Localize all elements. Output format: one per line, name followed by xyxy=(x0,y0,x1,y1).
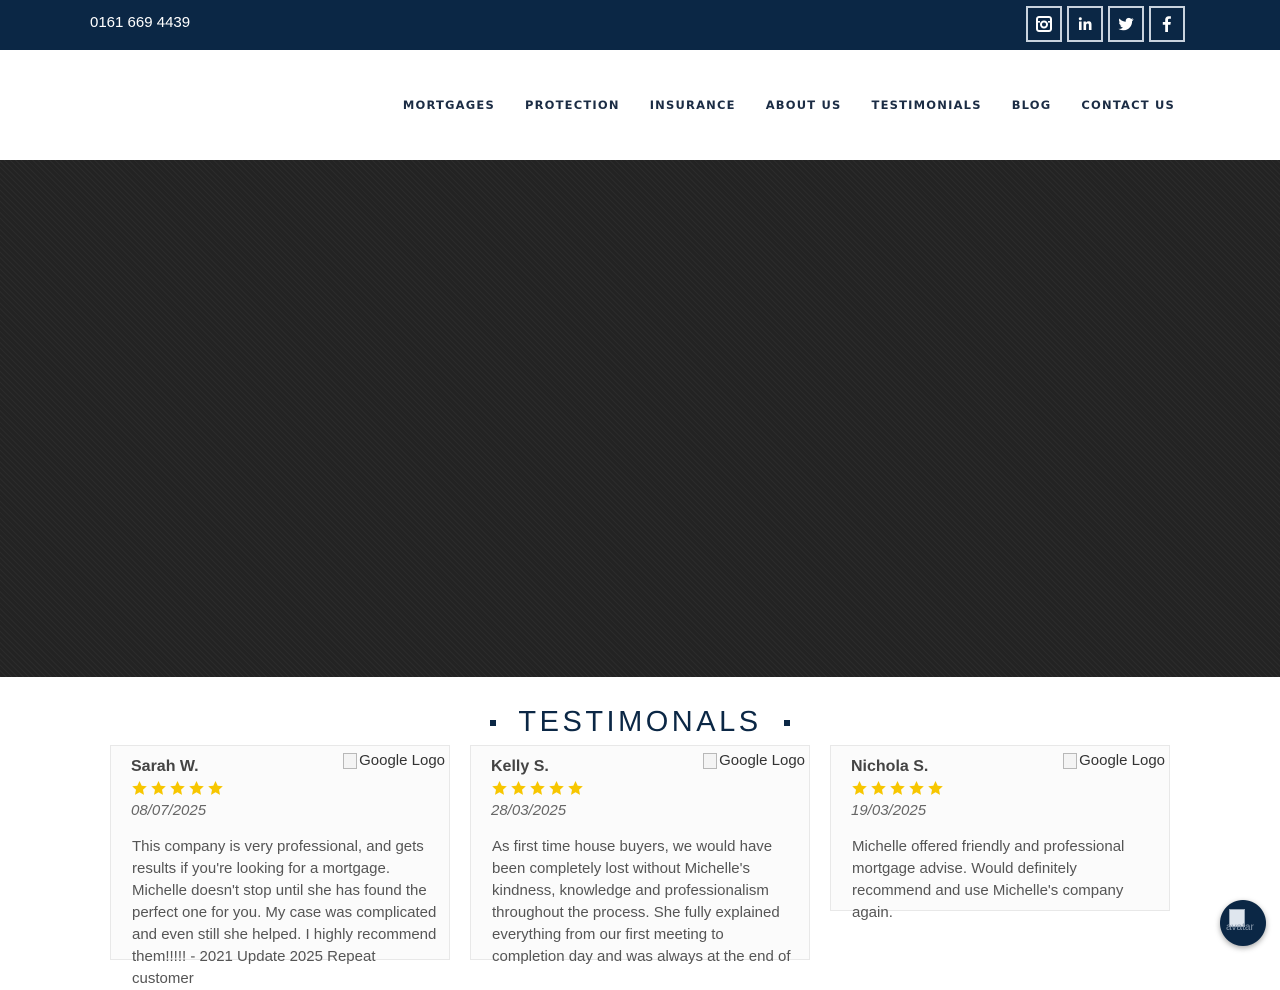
instagram-link[interactable] xyxy=(1026,6,1062,42)
review-date: 28/03/2025 xyxy=(491,802,567,819)
chat-button[interactable]: avatar xyxy=(1220,900,1266,946)
phone-number[interactable]: 0161 669 4439 xyxy=(90,14,190,31)
star-icon xyxy=(189,781,204,795)
facebook-link[interactable] xyxy=(1149,6,1185,42)
nav-item-insurance[interactable]: INSURANCE xyxy=(650,98,736,112)
broken-image-icon xyxy=(703,752,718,769)
star-icon xyxy=(928,781,943,795)
heading-square-left xyxy=(490,719,497,726)
star-icon xyxy=(909,781,924,795)
nav-item-blog[interactable]: BLOG xyxy=(1012,98,1052,112)
testimonial-card: Google Logo Sarah W. 08/07/2025 This com… xyxy=(110,745,450,987)
google-logo-alt: Google Logo xyxy=(1079,752,1165,769)
review-text: This company is very professional, and g… xyxy=(132,838,437,987)
google-logo: Google Logo xyxy=(1063,752,1165,769)
google-logo-alt: Google Logo xyxy=(719,752,805,769)
testimonial-card: Google Logo Kelly S. 28/03/2025 As first… xyxy=(470,745,810,965)
top-bar: 0161 669 4439 xyxy=(0,0,1280,50)
nav-item-contact-us[interactable]: CONTACT US xyxy=(1081,98,1175,112)
review-date: 19/03/2025 xyxy=(851,802,927,819)
google-logo-alt: Google Logo xyxy=(359,752,445,769)
star-icon xyxy=(170,781,185,795)
google-logo: Google Logo xyxy=(703,752,805,769)
star-rating xyxy=(491,780,584,797)
chat-avatar-alt: avatar xyxy=(1226,922,1254,933)
site-header: MORTGAGES PROTECTION INSURANCE ABOUT US … xyxy=(0,50,1280,160)
star-icon xyxy=(852,781,867,795)
main-nav: MORTGAGES PROTECTION INSURANCE ABOUT US … xyxy=(403,98,1175,112)
google-logo: Google Logo xyxy=(343,752,445,769)
star-icon xyxy=(890,781,905,795)
nav-item-testimonials[interactable]: TESTIMONIALS xyxy=(872,98,982,112)
social-links xyxy=(1026,6,1185,42)
reviewer-name: Sarah W. xyxy=(131,758,199,775)
reviewer-name: Nichola S. xyxy=(851,758,929,775)
linkedin-link[interactable] xyxy=(1067,6,1103,42)
star-icon xyxy=(132,781,147,795)
star-rating xyxy=(131,780,224,797)
heading-square-right xyxy=(783,719,790,726)
hero-banner xyxy=(0,160,1280,677)
star-icon xyxy=(511,781,526,795)
broken-image-icon xyxy=(343,752,358,769)
review-text: As first time house buyers, we would hav… xyxy=(492,838,791,965)
review-text: Michelle offered friendly and profession… xyxy=(852,838,1125,921)
linkedin-icon xyxy=(1078,17,1092,30)
star-icon xyxy=(530,781,545,795)
star-icon xyxy=(568,781,583,795)
twitter-icon xyxy=(1118,17,1134,31)
star-icon xyxy=(549,781,564,795)
star-icon xyxy=(492,781,507,795)
twitter-link[interactable] xyxy=(1108,6,1144,42)
star-icon xyxy=(151,781,166,795)
testimonial-card: Google Logo Nichola S. 19/03/2025 Michel… xyxy=(830,745,1170,921)
facebook-icon xyxy=(1162,16,1171,32)
star-icon xyxy=(208,781,223,795)
testimonials-title: TESTIMONALS xyxy=(518,706,762,738)
reviewer-name: Kelly S. xyxy=(491,758,549,775)
testimonials-heading: TESTIMONALS xyxy=(0,706,1280,739)
review-date: 08/07/2025 xyxy=(131,802,207,819)
star-rating xyxy=(851,780,944,797)
broken-image-icon xyxy=(1063,752,1078,769)
nav-item-about-us[interactable]: ABOUT US xyxy=(766,98,842,112)
nav-item-protection[interactable]: PROTECTION xyxy=(525,98,620,112)
star-icon xyxy=(871,781,886,795)
instagram-icon xyxy=(1036,16,1052,32)
nav-item-mortgages[interactable]: MORTGAGES xyxy=(403,98,495,112)
